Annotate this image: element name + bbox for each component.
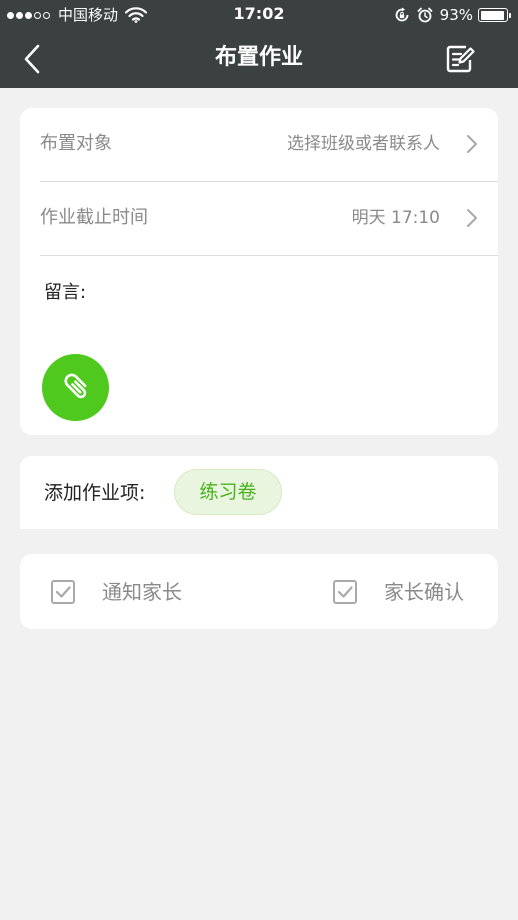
item-chip-practice-paper[interactable]: 练习卷 [174, 469, 282, 515]
battery-icon [478, 8, 511, 22]
status-right: 93% [394, 5, 511, 25]
paperclip-icon [64, 373, 86, 398]
deadline-row[interactable]: 作业截止时间 明天 17:10 [40, 182, 498, 255]
notify-parents-label: 通知家长 [102, 579, 182, 604]
battery-level [480, 10, 504, 20]
row-divider [40, 255, 498, 256]
checkbox-checked-icon[interactable] [50, 579, 76, 605]
deadline-label: 作业截止时间 [40, 207, 148, 228]
target-label: 布置对象 [40, 133, 112, 154]
add-items-label: 添加作业项: [44, 482, 146, 504]
chevron-right-icon [467, 209, 477, 227]
chevron-right-icon [467, 135, 477, 153]
option-notify-parents[interactable]: 通知家长 [50, 554, 182, 629]
deadline-value: 明天 17:10 [351, 208, 440, 228]
navigation-bar: 布置作业 [0, 30, 518, 88]
attach-button[interactable] [42, 354, 109, 421]
homework-items-card: 添加作业项: 练习卷 [20, 456, 498, 529]
checkbox-checked-icon[interactable] [332, 579, 358, 605]
edit-icon[interactable] [444, 43, 476, 75]
alarm-icon [417, 7, 433, 23]
options-card: 通知家长 家长确认 [20, 554, 498, 629]
target-row[interactable]: 布置对象 选择班级或者联系人 [40, 108, 498, 181]
page-title: 布置作业 [214, 45, 303, 70]
target-value: 选择班级或者联系人 [287, 134, 440, 154]
rotation-lock-icon [395, 7, 409, 22]
top-bar: 中国移动 17:02 93% 布置作业 [0, 0, 518, 88]
status-bar: 中国移动 17:02 93% [0, 0, 518, 30]
message-label: 留言: [44, 282, 87, 303]
battery-percentage: 93% [439, 6, 473, 24]
chevron-left-icon[interactable] [18, 42, 48, 76]
option-parent-confirm[interactable]: 家长确认 [332, 554, 464, 629]
parent-confirm-label: 家长确认 [384, 579, 464, 604]
homework-form-card: 布置对象 选择班级或者联系人 作业截止时间 明天 17:10 留言: [20, 108, 498, 435]
